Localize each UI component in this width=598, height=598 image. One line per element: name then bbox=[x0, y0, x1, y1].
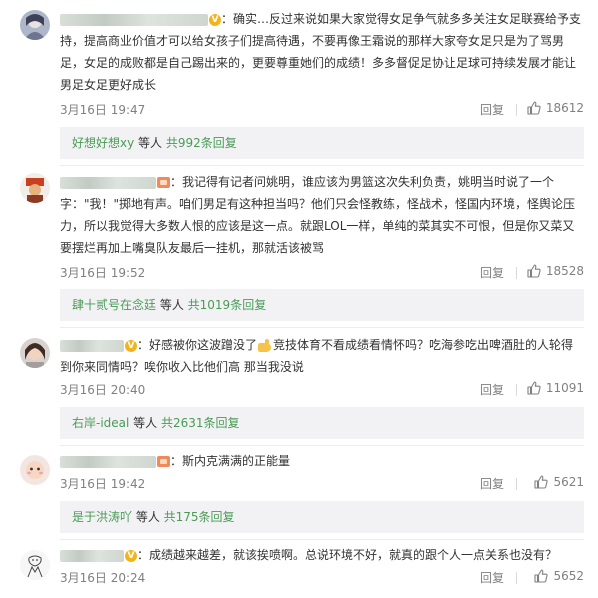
comment-text: ：斯内克满满的正能量 bbox=[170, 454, 291, 468]
reply-button[interactable]: 回复 bbox=[480, 569, 504, 586]
user-avatar[interactable] bbox=[20, 455, 50, 485]
comment-meta: 3月16日 20:40 回复 11091 bbox=[60, 381, 584, 399]
comment-text: ：成绩越来越差，就该挨喷啊。总说环境不好，就真的跟个人一点关系也没有？ bbox=[137, 548, 558, 562]
sub-reply-user[interactable]: 好想好想xy bbox=[72, 136, 134, 150]
comment-meta: 3月16日 19:42 回复 5621 bbox=[60, 475, 584, 493]
divider-line bbox=[60, 165, 584, 166]
divider bbox=[516, 384, 517, 396]
comment-text-block: ：我记得有记者问姚明，谁应该为男篮这次失利负责，姚明当时说了一个字："我！"掷地… bbox=[60, 171, 584, 259]
like-button[interactable]: 18528 bbox=[527, 264, 584, 278]
sub-reply-count-link[interactable]: 共992条回复 bbox=[166, 136, 237, 150]
sub-replies-summary[interactable]: 是于洪涛吖 等人 共175条回复 bbox=[60, 501, 584, 533]
thumbs-up-icon bbox=[534, 569, 549, 583]
comment-text: ：好感被你这波蹭没了 bbox=[137, 338, 258, 352]
like-button[interactable]: 5621 bbox=[534, 475, 584, 489]
sub-reply-mid: 等人 bbox=[129, 416, 161, 430]
username-masked[interactable] bbox=[60, 549, 124, 562]
sub-reply-user[interactable]: 肆十贰号在念廷 bbox=[72, 298, 156, 312]
sub-reply-user[interactable]: 右岸-ideal bbox=[72, 416, 129, 430]
sub-reply-user[interactable]: 是于洪涛吖 bbox=[72, 510, 132, 524]
sub-reply-mid: 等人 bbox=[156, 298, 188, 312]
reply-button[interactable]: 回复 bbox=[480, 381, 504, 398]
verified-badge-icon: V bbox=[125, 549, 137, 562]
sub-replies-summary[interactable]: 好想好想xy 等人 共992条回复 bbox=[60, 127, 584, 159]
reply-button[interactable]: 回复 bbox=[480, 264, 504, 281]
sub-reply-count-link[interactable]: 共2631条回复 bbox=[161, 416, 240, 430]
comment-text-block: ：斯内克满满的正能量 bbox=[60, 450, 584, 472]
like-count: 18612 bbox=[545, 101, 584, 115]
like-count: 5652 bbox=[553, 569, 584, 583]
verified-badge-icon: V bbox=[209, 13, 221, 26]
comment-text-block: V ：好感被你这波蹭没了 竞技体育不看成绩看情怀吗？吃海参吃出啤酒肚的人轮得到你来同… bbox=[60, 334, 584, 378]
rank-icon bbox=[157, 456, 170, 467]
comment-time: 3月16日 19:52 bbox=[60, 266, 146, 280]
comment-time: 3月16日 20:40 bbox=[60, 383, 146, 397]
thumbs-up-icon bbox=[527, 264, 541, 278]
divider-line bbox=[60, 539, 584, 540]
like-button[interactable]: 11091 bbox=[527, 381, 584, 395]
divider bbox=[516, 267, 517, 279]
like-count: 18528 bbox=[545, 264, 584, 278]
comment-text-block: V ：确实…反过来说如果大家觉得女足争气就多多关注女足联赛给予支持，提高商业价值才… bbox=[60, 8, 584, 96]
user-avatar[interactable] bbox=[20, 173, 50, 203]
like-count: 11091 bbox=[545, 381, 584, 395]
comment-feed: V ：确实…反过来说如果大家觉得女足争气就多多关注女足联赛给予支持，提高商业价值才… bbox=[0, 0, 598, 598]
divider-line bbox=[60, 327, 584, 328]
thumbs-up-icon bbox=[527, 381, 541, 395]
divider-line bbox=[60, 445, 584, 446]
like-button[interactable]: 18612 bbox=[527, 101, 584, 115]
sub-reply-count-link[interactable]: 共1019条回复 bbox=[188, 298, 267, 312]
thumbs-up-icon bbox=[534, 475, 549, 489]
divider bbox=[516, 572, 517, 584]
sub-replies-summary[interactable]: 右岸-ideal 等人 共2631条回复 bbox=[60, 407, 584, 439]
user-avatar[interactable] bbox=[20, 550, 50, 580]
sub-reply-mid: 等人 bbox=[132, 510, 164, 524]
comment-text-block: V ：成绩越来越差，就该挨喷啊。总说环境不好，就真的跟个人一点关系也没有？ bbox=[60, 544, 584, 566]
like-count: 5621 bbox=[553, 475, 584, 489]
rank-icon bbox=[157, 177, 170, 188]
comment-time: 3月16日 19:42 bbox=[60, 477, 146, 491]
comment-time: 3月16日 20:24 bbox=[60, 571, 146, 585]
comment-meta: 3月16日 19:52 回复 18528 bbox=[60, 264, 584, 282]
username-masked[interactable] bbox=[60, 176, 156, 189]
divider bbox=[516, 478, 517, 490]
like-button[interactable]: 5652 bbox=[534, 569, 584, 583]
hand-emoji-icon bbox=[257, 338, 273, 353]
user-avatar[interactable] bbox=[20, 10, 50, 40]
comment-meta: 3月16日 19:47 回复 18612 bbox=[60, 101, 584, 119]
sub-replies-summary[interactable]: 肆十贰号在念廷 等人 共1019条回复 bbox=[60, 289, 584, 321]
username-masked[interactable] bbox=[60, 13, 208, 26]
sub-reply-count-link[interactable]: 共175条回复 bbox=[164, 510, 235, 524]
username-masked[interactable] bbox=[60, 455, 156, 468]
comment-time: 3月16日 19:47 bbox=[60, 103, 146, 117]
user-avatar[interactable] bbox=[20, 338, 50, 368]
sub-reply-mid: 等人 bbox=[134, 136, 166, 150]
username-masked[interactable] bbox=[60, 339, 124, 352]
divider bbox=[516, 104, 517, 116]
thumbs-up-icon bbox=[527, 101, 541, 115]
comment-meta: 3月16日 20:24 回复 5652 bbox=[60, 569, 584, 587]
reply-button[interactable]: 回复 bbox=[480, 101, 504, 118]
verified-badge-icon: V bbox=[125, 339, 137, 352]
reply-button[interactable]: 回复 bbox=[480, 475, 504, 492]
